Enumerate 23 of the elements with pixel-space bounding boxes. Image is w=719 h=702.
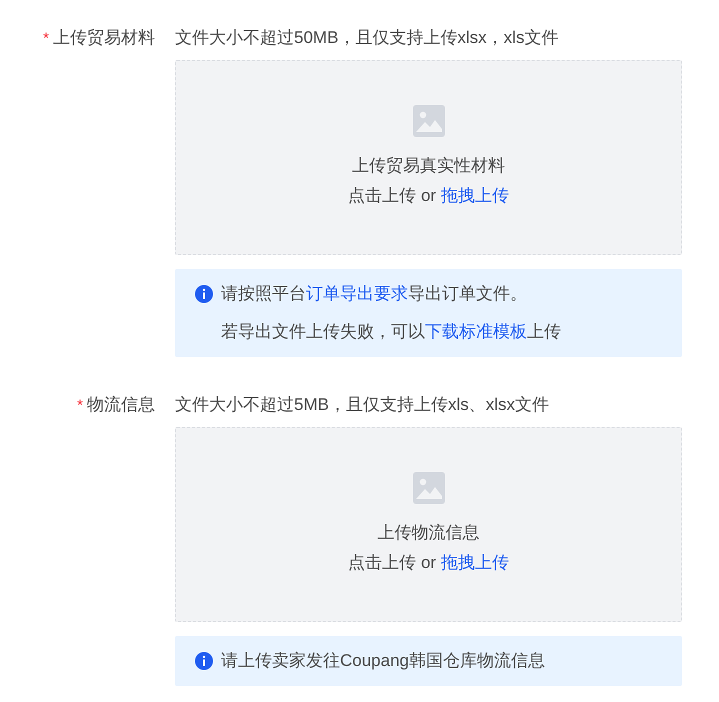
notice-text: 请按照平台订单导出要求导出订单文件。 [220,283,527,305]
drag-upload-link[interactable]: 拖拽上传 [440,552,509,572]
info-icon [195,285,213,303]
notice-link[interactable]: 下载标准模板 [425,322,527,341]
image-icon [412,104,444,136]
hint-text: 文件大小不超过50MB，且仅支持上传xlsx，xls文件 [175,27,560,49]
required-mark: * [77,397,83,414]
field-label: 上传贸易材料 [53,28,155,47]
notice-text: 若导出文件上传失败，可以下载标准模板上传 [220,321,562,343]
upload-title: 上传贸易真实性材料 [352,154,505,176]
image-icon [412,472,444,504]
hint-text: 文件大小不超过5MB，且仅支持上传xls、xlsx文件 [175,394,550,416]
upload-area[interactable]: 上传物流信息 点击上传 or 拖拽上传 [175,427,682,622]
required-mark: * [43,30,49,47]
upload-instruction: 点击上传 or 拖拽上传 [348,184,509,206]
drag-upload-link[interactable]: 拖拽上传 [440,186,509,204]
info-icon [195,652,213,670]
field-label: 物流信息 [87,395,155,414]
notice-link[interactable]: 订单导出要求 [306,284,408,303]
upload-instruction: 点击上传 or 拖拽上传 [348,552,509,574]
upload-title: 上传物流信息 [378,522,480,544]
notice-text: 请上传卖家发往Coupang韩国仓库物流信息 [220,650,546,672]
upload-area[interactable]: 上传贸易真实性材料 点击上传 or 拖拽上传 [175,60,682,255]
